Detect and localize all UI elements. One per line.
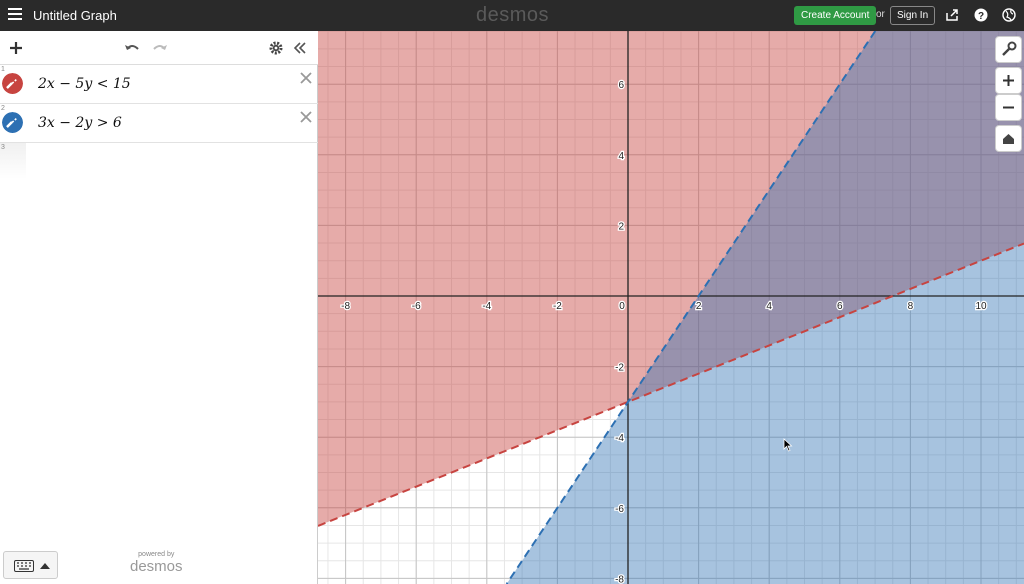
sign-in-button[interactable]: Sign In xyxy=(890,6,936,25)
top-bar: Untitled Graph desmos Create Account or … xyxy=(0,0,1024,31)
caret-up-icon xyxy=(40,563,50,569)
or-text: or xyxy=(876,9,885,20)
x-tick-label: -4 xyxy=(482,301,491,312)
collapse-panel-icon[interactable] xyxy=(292,40,308,56)
expression-row[interactable]: 1 2x − 5y < 15 xyxy=(0,65,318,104)
delete-expression-icon[interactable] xyxy=(299,110,313,124)
expression-row[interactable]: 2 3x − 2y > 6 xyxy=(0,104,318,143)
powered-by-label: powered by xyxy=(138,551,175,558)
x-tick-label: 4 xyxy=(766,301,772,312)
x-tick-label: 10 xyxy=(975,301,987,312)
zoom-out-button[interactable] xyxy=(995,94,1022,121)
desmos-logo: desmos xyxy=(476,4,550,26)
graph-canvas[interactable]: -8 -6 -4 -2 0 2 4 6 8 10 6 4 2 -2 -4 -6 -8 xyxy=(318,31,1024,584)
x-tick-label: 0 xyxy=(619,301,625,312)
keypad-toggle-button[interactable] xyxy=(3,551,58,579)
expression-color-icon[interactable] xyxy=(2,112,23,133)
expression-index: 2 xyxy=(1,105,5,112)
y-tick-label: -8 xyxy=(615,574,624,584)
settings-gear-icon[interactable] xyxy=(268,40,284,56)
expression-index: 3 xyxy=(1,144,5,151)
create-account-button[interactable]: Create Account xyxy=(794,6,877,25)
x-tick-label: 2 xyxy=(696,301,702,312)
redo-icon[interactable] xyxy=(152,40,168,56)
x-tick-label: -6 xyxy=(412,301,421,312)
default-viewport-button[interactable] xyxy=(995,125,1022,152)
graph-settings-button[interactable] xyxy=(995,36,1022,63)
expression-color-icon[interactable] xyxy=(2,73,23,94)
x-tick-label: -8 xyxy=(341,301,350,312)
y-tick-label: 4 xyxy=(618,151,624,162)
globe-icon[interactable] xyxy=(1002,8,1016,22)
powered-by-desmos: powered by desmos xyxy=(130,551,183,575)
expression-index: 1 xyxy=(1,66,5,73)
keyboard-icon xyxy=(14,560,34,572)
minus-icon xyxy=(1003,106,1014,109)
new-expression-row[interactable]: 3 xyxy=(0,143,26,179)
x-tick-label: -2 xyxy=(553,301,562,312)
wrench-icon xyxy=(1002,41,1017,56)
hamburger-menu-icon[interactable] xyxy=(8,8,22,22)
x-tick-label: 6 xyxy=(837,301,843,312)
expression-panel: 1 2x − 5y < 15 2 3x − 2y > 6 3 powered b… xyxy=(0,31,318,584)
y-tick-label: -2 xyxy=(615,363,624,374)
graph-title[interactable]: Untitled Graph xyxy=(33,8,117,23)
expression-toolbar xyxy=(0,31,318,65)
add-item-icon[interactable] xyxy=(8,40,24,56)
expression-input[interactable]: 3x − 2y > 6 xyxy=(38,115,122,131)
undo-icon[interactable] xyxy=(124,40,140,56)
y-tick-label: -6 xyxy=(615,504,624,515)
expression-input[interactable]: 2x − 5y < 15 xyxy=(38,76,131,92)
x-tick-label: 8 xyxy=(908,301,914,312)
mouse-cursor-icon xyxy=(783,438,793,452)
home-icon xyxy=(1003,134,1014,144)
y-tick-label: 2 xyxy=(618,221,624,232)
powered-by-brand: desmos xyxy=(130,558,183,575)
zoom-in-button[interactable] xyxy=(995,67,1022,94)
y-tick-label: -4 xyxy=(615,433,624,444)
delete-expression-icon[interactable] xyxy=(299,71,313,85)
plus-icon xyxy=(1003,75,1014,86)
y-tick-label: 6 xyxy=(618,80,624,91)
help-icon[interactable]: ? xyxy=(974,8,988,22)
share-icon[interactable] xyxy=(945,8,959,22)
svg-text:?: ? xyxy=(978,11,984,22)
